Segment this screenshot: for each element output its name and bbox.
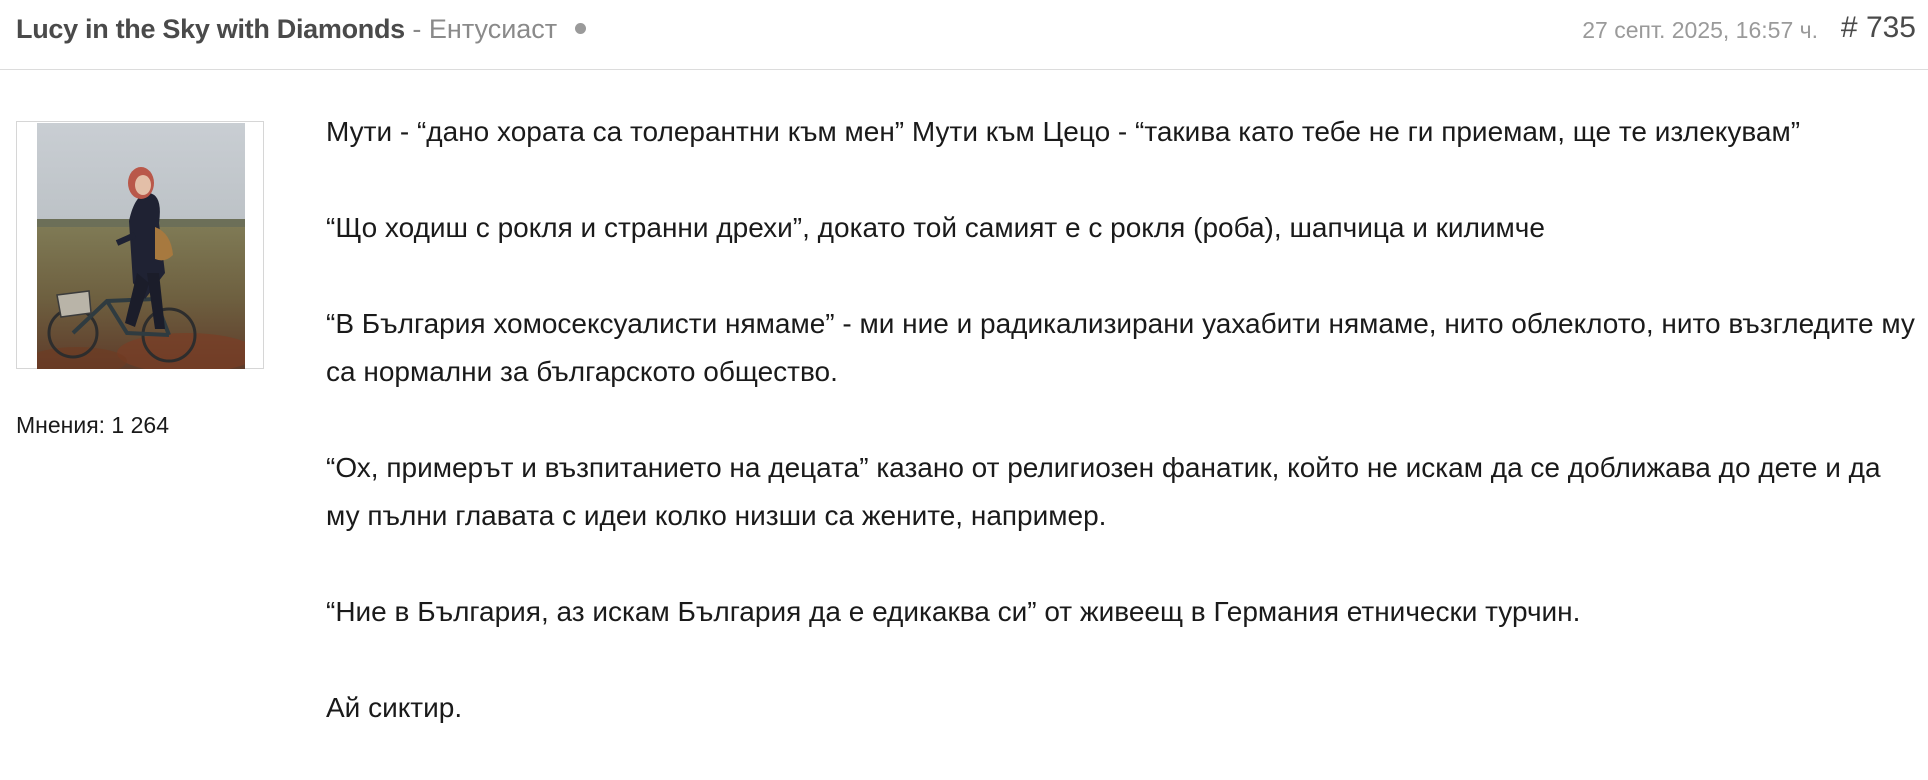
avatar-frame[interactable]: [16, 121, 264, 369]
post-paragraph: Мути - “дано хората са толерантни към ме…: [326, 116, 1801, 147]
post-paragraph: “Ние в България, аз искам България да е …: [326, 596, 1581, 627]
author-post-count: Мнения: 1 264: [16, 412, 169, 438]
post-body: Мути - “дано хората са толерантни към ме…: [326, 108, 1916, 780]
post-paragraph: “Що ходиш с рокля и странни дрехи”, дока…: [326, 212, 1545, 243]
avatar: [37, 123, 245, 369]
post-date: 27 септ. 2025, 16:57 ч.: [1582, 17, 1818, 43]
author-separator: -: [412, 14, 422, 44]
post-paragraph: Ай сиктир.: [326, 692, 463, 723]
post-paragraph: “В България хомосексуалисти нямаме” - ми…: [326, 308, 1915, 387]
post-paragraph: “Ох, примерът и възпитанието на децата” …: [326, 452, 1881, 531]
author-line: Lucy in the Sky with Diamonds - Ентусиас…: [16, 14, 586, 44]
author-panel: Мнения: 1 264: [16, 121, 266, 439]
status-dot-icon: [574, 23, 586, 35]
post-header: Lucy in the Sky with Diamonds - Ентусиас…: [0, 0, 1928, 70]
author-rank: Ентусиаст: [428, 14, 558, 44]
author-name-link[interactable]: Lucy in the Sky with Diamonds: [16, 14, 405, 44]
post-number-link[interactable]: # 735: [1841, 12, 1916, 44]
